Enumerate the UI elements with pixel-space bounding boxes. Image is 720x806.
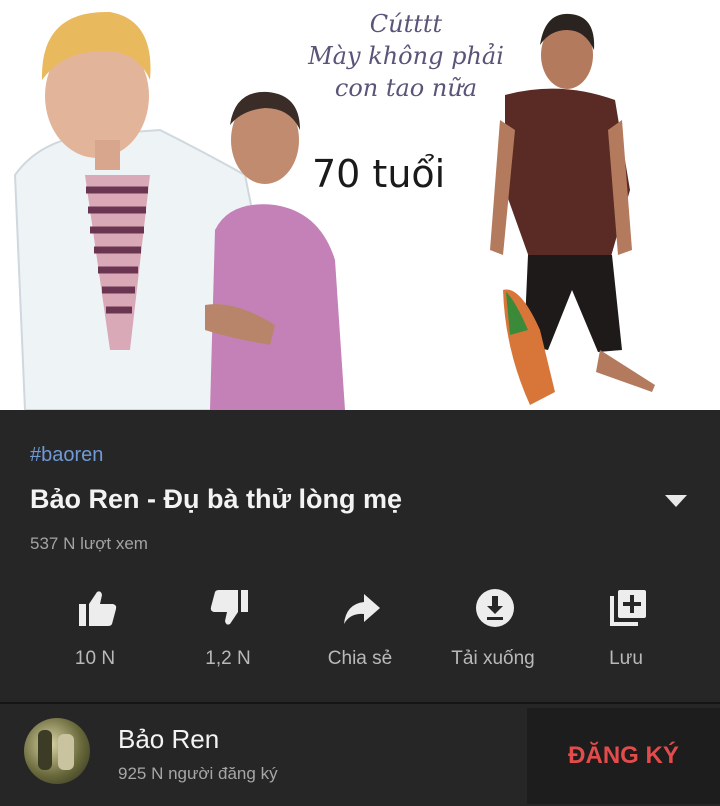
like-button[interactable]: 10 N [35,580,155,690]
hashtag-link[interactable]: #baoren [30,444,103,467]
action-bar: 10 N 1,2 N Chia sẻ Tải xuống Lưu [0,580,720,690]
video-title: Bảo Ren - Đụ bà thử lòng mẹ [30,484,403,514]
woman-figure-left [205,91,345,410]
download-label: Tải xuống [451,648,535,669]
caption-line: Cútttt [369,10,443,38]
save-button[interactable]: Lưu [566,580,686,690]
save-label: Lưu [609,648,643,669]
share-icon [344,594,380,624]
channel-row: Bảo Ren 925 N người đăng ký ĐĂNG KÝ [0,704,720,806]
age-label: 70 tuổi [312,152,446,196]
view-count: 537 N lượt xem [30,534,148,553]
share-label: Chia sẻ [327,648,393,669]
playlist-add-icon [610,590,646,626]
thumbs-down-icon [210,590,248,625]
caption-line: Mày không phải [308,42,504,70]
dislike-button[interactable]: 1,2 N [168,580,288,690]
video-info-panel: #baoren Bảo Ren - Đụ bà thử lòng mẹ 537 … [0,410,720,806]
dislike-count: 1,2 N [205,648,251,669]
download-icon [476,589,514,627]
subscriber-count: 925 N người đăng ký [118,764,278,783]
thumbnail-caption: Cútttt Mày không phải con tao nữa [276,8,536,104]
chevron-down-icon[interactable] [663,492,689,510]
like-count: 10 N [74,648,116,669]
video-thumbnail[interactable]: Cútttt Mày không phải con tao nữa 70 tuổ… [0,0,720,410]
share-button[interactable]: Chia sẻ [300,580,420,690]
channel-name[interactable]: Bảo Ren [118,724,219,755]
thumbs-up-icon [79,591,117,626]
subscribe-button[interactable]: ĐĂNG KÝ [527,708,720,804]
avatar[interactable] [24,718,90,784]
download-button[interactable]: Tải xuống [433,580,553,690]
caption-line: con tao nữa [334,74,478,102]
